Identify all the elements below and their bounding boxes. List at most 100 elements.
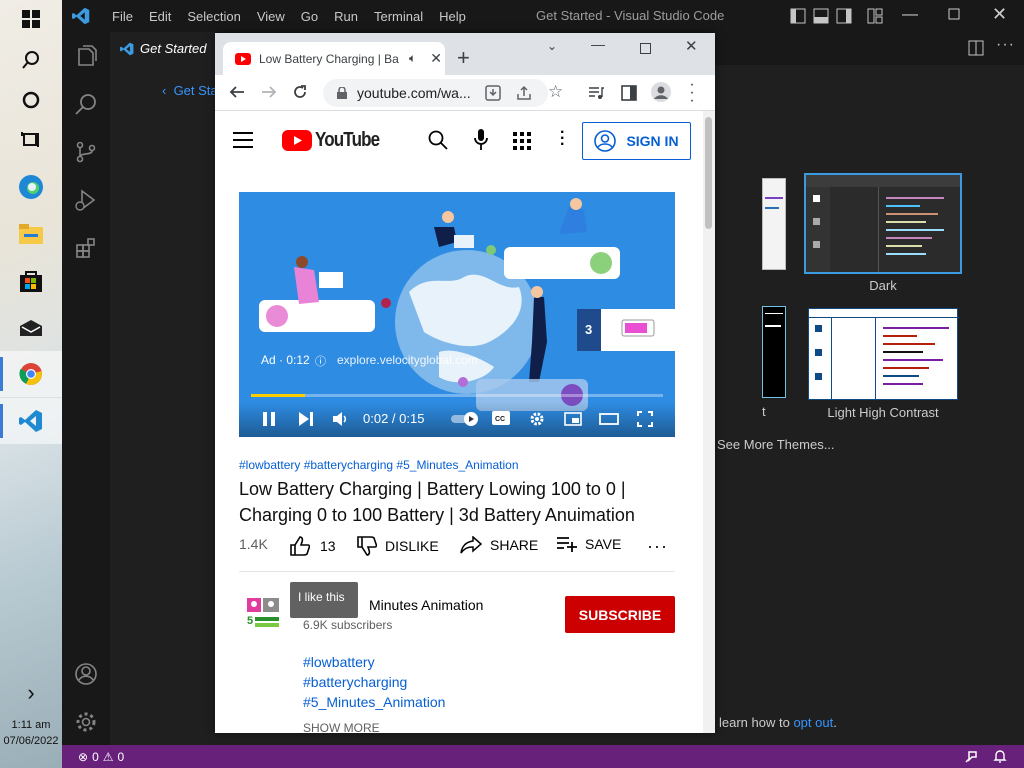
miniplayer-icon[interactable] (564, 412, 582, 431)
theater-mode-icon[interactable] (599, 412, 619, 431)
edge-icon[interactable] (0, 164, 62, 210)
accounts-icon[interactable] (62, 650, 110, 698)
next-video-icon[interactable] (299, 412, 313, 431)
reload-icon[interactable] (292, 84, 308, 105)
microsoft-store-icon[interactable] (0, 258, 62, 304)
new-tab-button[interactable]: + (457, 45, 470, 71)
captions-icon[interactable]: CC (492, 411, 510, 430)
toggle-secondary-sidebar-icon[interactable] (836, 8, 852, 27)
tab-search-icon[interactable]: ⌄ (547, 39, 557, 53)
show-more-button[interactable]: SHOW MORE (303, 721, 380, 733)
side-panel-icon[interactable] (621, 85, 637, 106)
media-controls-icon[interactable] (588, 85, 604, 106)
tag-batterycharging[interactable]: #batterycharging (303, 672, 445, 692)
profile-avatar-icon[interactable] (651, 82, 671, 107)
chrome-menu-icon[interactable]: · · · (689, 77, 695, 109)
share-button[interactable]: SHARE (460, 536, 538, 554)
volume-icon[interactable] (333, 412, 349, 431)
theme-preview-dark[interactable] (804, 173, 962, 274)
search-view-icon[interactable] (62, 80, 110, 128)
problems-indicator[interactable]: ⊗ 0 ⚠ 0 (78, 750, 124, 764)
menu-file[interactable]: File (104, 9, 141, 24)
source-control-icon[interactable] (62, 128, 110, 176)
menu-go[interactable]: Go (293, 9, 326, 24)
minimize-icon[interactable]: — (902, 6, 918, 24)
progress-bar[interactable] (251, 394, 663, 397)
channel-avatar[interactable]: 5 (245, 594, 283, 632)
save-button[interactable]: SAVE (557, 536, 621, 552)
close-window-icon[interactable]: ✕ (992, 4, 1007, 25)
youtube-header: YouTube · · · SIGN IN (215, 111, 703, 167)
youtube-logo[interactable]: YouTube (282, 129, 391, 152)
mail-icon[interactable] (0, 305, 62, 351)
vscode-taskbar-icon[interactable] (0, 398, 62, 444)
chrome-maximize-icon[interactable] (640, 41, 651, 59)
menu-edit[interactable]: Edit (141, 9, 179, 24)
like-button[interactable]: 13 (290, 536, 336, 556)
system-clock[interactable]: 1:11 am 07/06/2022 (0, 717, 62, 749)
chrome-close-icon[interactable]: ✕ (685, 37, 698, 55)
speaker-icon[interactable]: 🔈︎ (409, 51, 416, 66)
more-video-actions-icon[interactable]: ··· (647, 536, 668, 557)
fullscreen-icon[interactable] (637, 411, 653, 432)
super-hashtags[interactable]: #lowbattery #batterycharging #5_Minutes_… (239, 458, 519, 472)
see-more-themes-link[interactable]: See More Themes... (717, 437, 835, 452)
chrome-minimize-icon[interactable]: — (591, 36, 605, 52)
video-player[interactable]: 3 Ad · 0:12 ⓘ explore.velocityglobal.com… (239, 192, 675, 437)
sign-in-button[interactable]: SIGN IN (582, 122, 691, 160)
back-link[interactable]: ‹ Get Sta (162, 83, 218, 98)
menu-run[interactable]: Run (326, 9, 366, 24)
tag-lowbattery[interactable]: #lowbattery (303, 652, 445, 672)
channel-name[interactable]: Minutes Animation (369, 597, 483, 613)
close-tab-icon[interactable]: ✕ (430, 50, 442, 67)
dislike-button[interactable]: DISLIKE (357, 536, 439, 556)
pause-icon[interactable] (263, 412, 275, 431)
scrollbar-thumb[interactable] (705, 117, 712, 229)
player-settings-gear-icon[interactable] (529, 411, 545, 432)
maximize-icon[interactable] (948, 8, 960, 23)
explorer-icon[interactable] (62, 32, 110, 80)
share-page-icon[interactable] (516, 85, 532, 106)
menu-help[interactable]: Help (431, 9, 474, 24)
browser-tab-youtube[interactable]: Low Battery Charging | Ba 🔈︎ ✕ (223, 42, 445, 75)
tab-get-started[interactable]: Get Started (110, 32, 215, 65)
chrome-icon[interactable] (0, 351, 62, 397)
hamburger-menu-icon[interactable] (233, 132, 253, 153)
ad-domain-link[interactable]: explore.velocityglobal.com (337, 353, 478, 367)
install-app-icon[interactable] (485, 85, 501, 106)
menu-view[interactable]: View (249, 9, 293, 24)
ad-info-icon[interactable]: ⓘ (315, 353, 326, 369)
customize-layout-icon[interactable] (867, 8, 883, 27)
autoplay-toggle[interactable] (451, 412, 479, 431)
address-bar[interactable]: youtube.com/wa... (323, 79, 548, 107)
yt-search-icon[interactable] (428, 130, 448, 155)
extensions-icon[interactable] (62, 224, 110, 272)
theme-preview-dark-hc[interactable] (762, 306, 786, 398)
manage-gear-icon[interactable] (62, 698, 110, 746)
page-scrollbar[interactable] (703, 111, 715, 733)
menu-selection[interactable]: Selection (179, 9, 248, 24)
split-editor-icon[interactable] (968, 40, 984, 61)
file-explorer-icon[interactable] (0, 211, 62, 257)
toggle-panel-icon[interactable] (813, 8, 829, 27)
task-view-icon[interactable] (0, 117, 62, 163)
bookmark-star-icon[interactable]: ☆ (548, 82, 563, 102)
microphone-icon[interactable] (474, 129, 488, 156)
theme-preview-light[interactable] (762, 178, 786, 270)
opt-out-link[interactable]: opt out (793, 715, 833, 730)
subscribe-button[interactable]: SUBSCRIBE (565, 596, 675, 633)
windows-start-icon[interactable] (0, 0, 62, 42)
tag-5-minutes-animation[interactable]: #5_Minutes_Animation (303, 692, 445, 712)
notifications-bell-icon[interactable] (992, 748, 1008, 767)
more-actions-icon[interactable]: ··· (996, 36, 1015, 54)
menu-terminal[interactable]: Terminal (366, 9, 431, 24)
apps-grid-icon[interactable] (513, 132, 531, 155)
yt-settings-more-icon[interactable]: · · · (560, 125, 565, 153)
back-arrow-icon[interactable] (229, 84, 245, 105)
toggle-sidebar-icon[interactable] (790, 8, 806, 27)
theme-preview-light-hc[interactable] (808, 308, 959, 400)
forward-arrow-icon[interactable] (261, 84, 277, 105)
feedback-icon[interactable] (964, 748, 980, 767)
chevron-right-icon[interactable]: › (0, 670, 62, 716)
run-debug-icon[interactable] (62, 176, 110, 224)
